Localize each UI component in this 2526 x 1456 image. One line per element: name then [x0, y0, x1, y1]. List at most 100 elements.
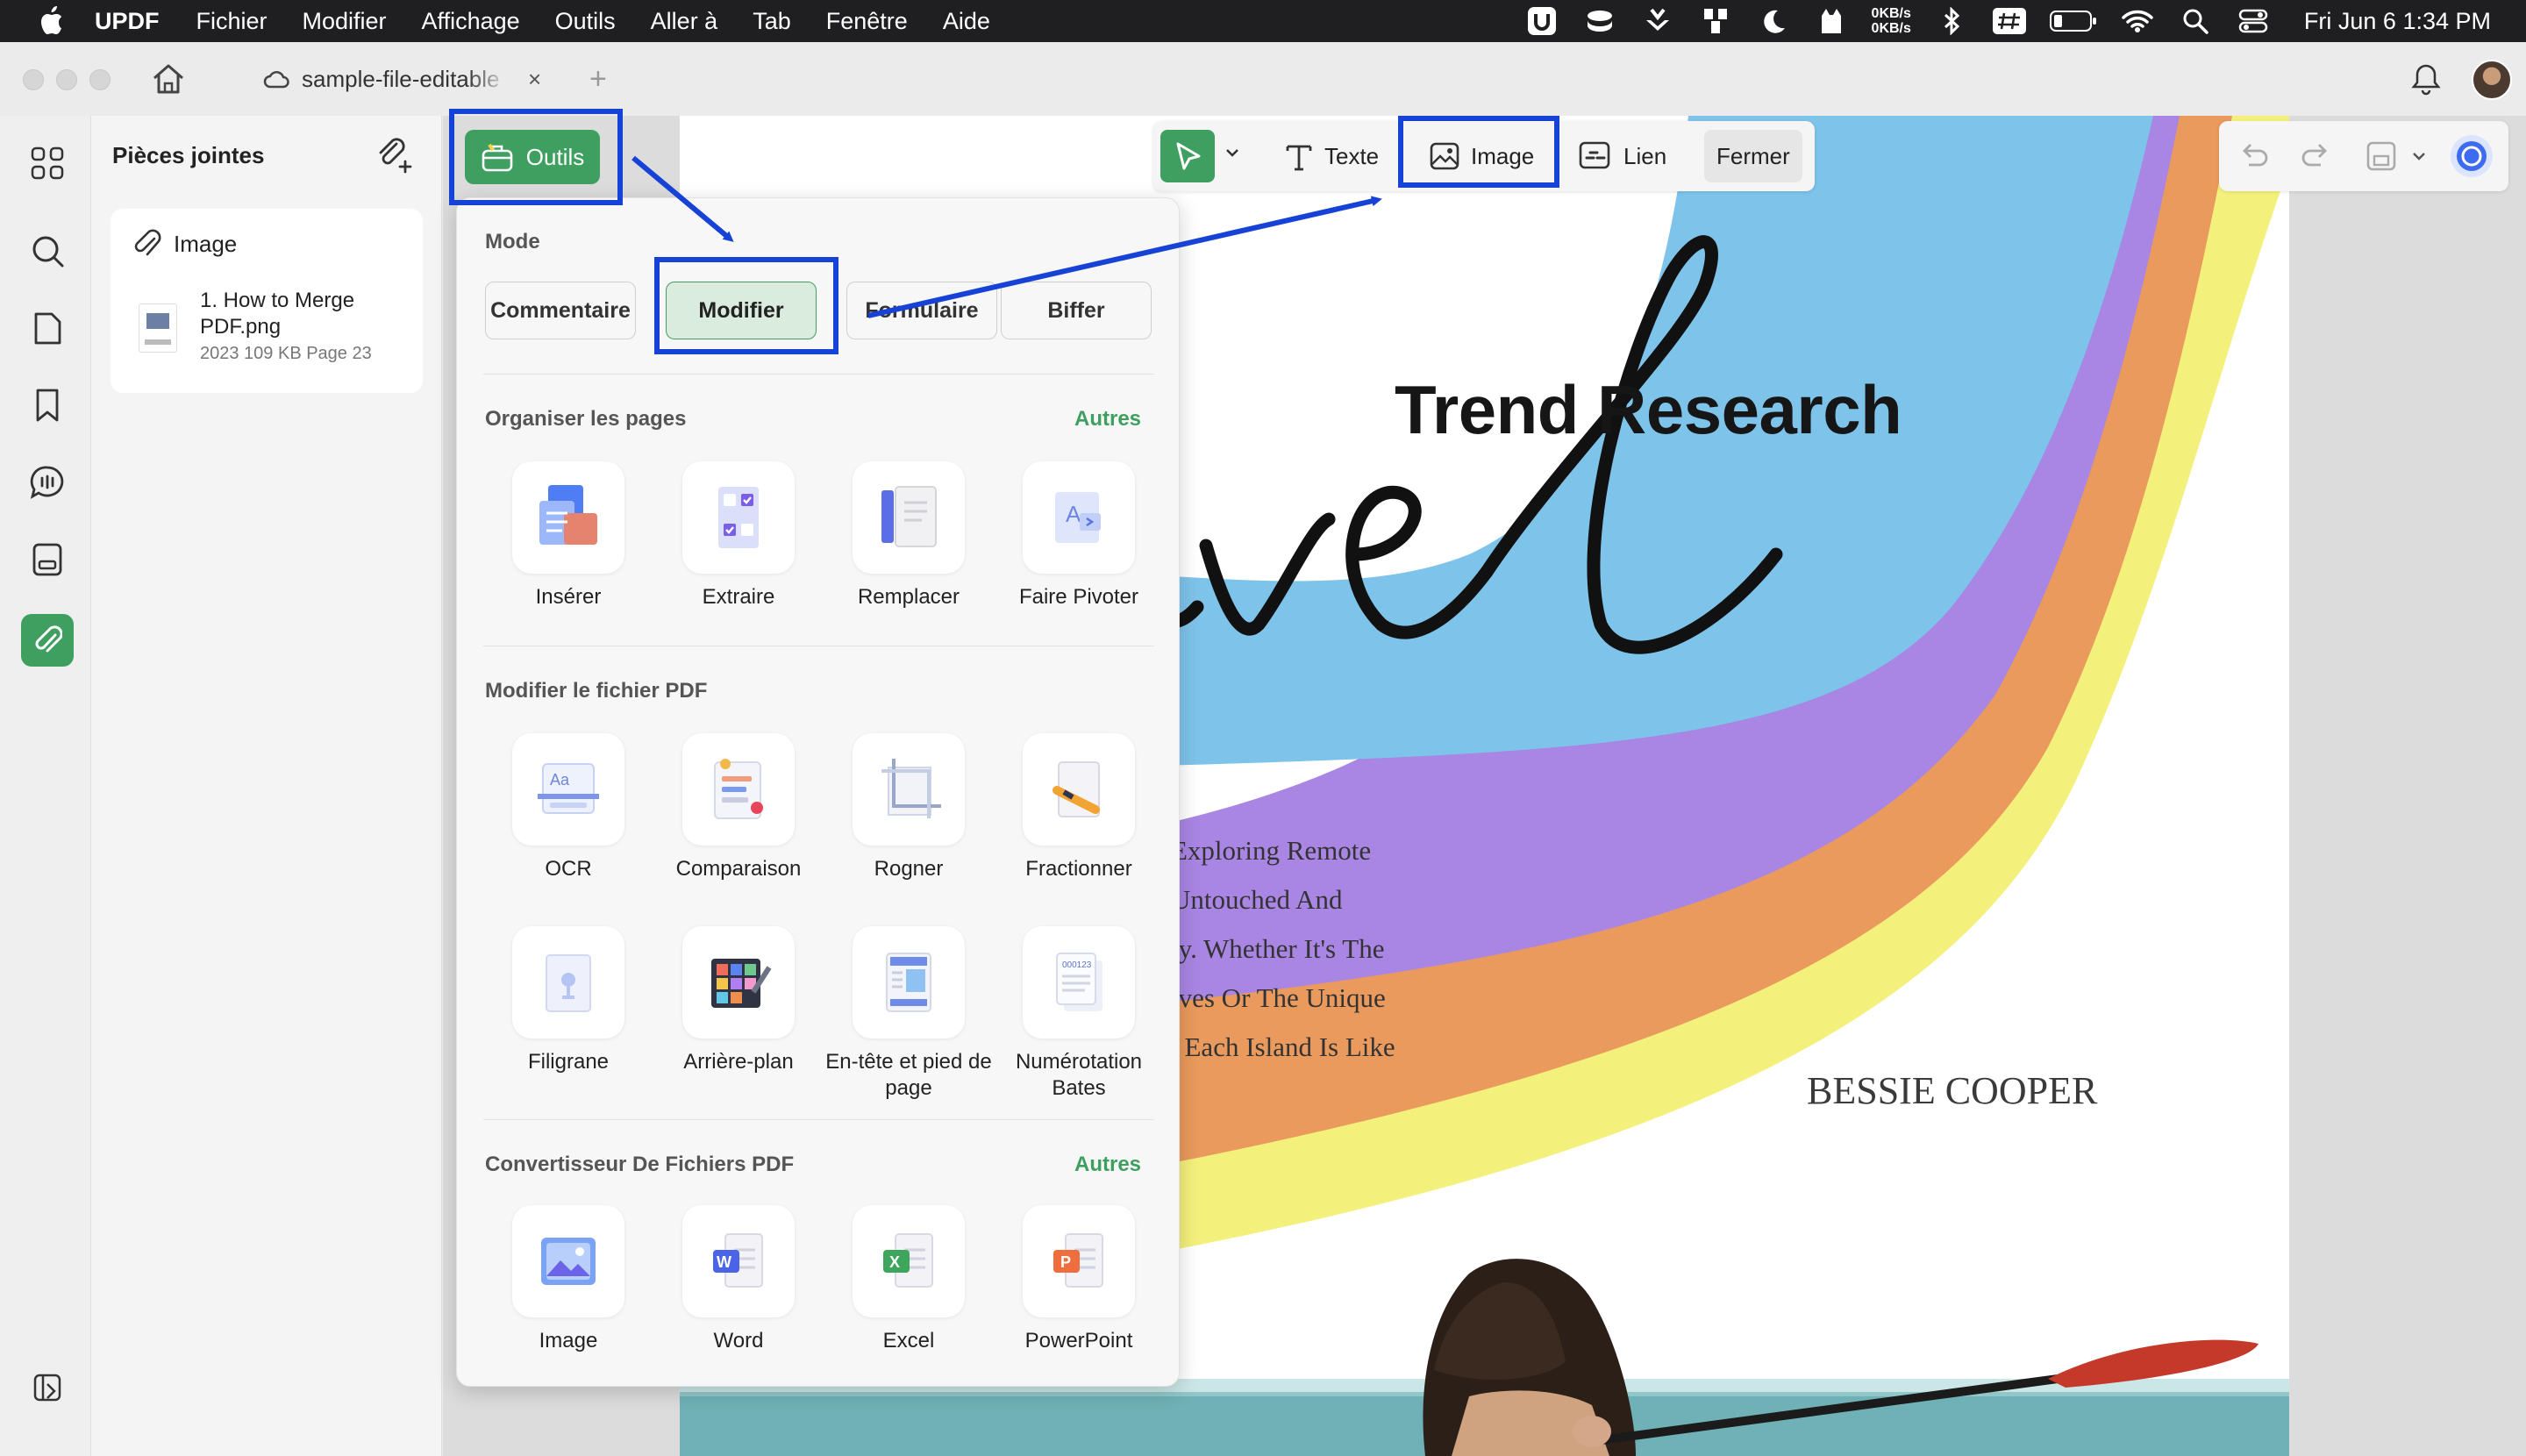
menu-bar-clock[interactable]: Fri Jun 6 1:34 PM: [2304, 8, 2491, 35]
rail-forms-button[interactable]: [21, 533, 74, 586]
attachment-card[interactable]: Image 1. How to Merge PDF.png 2023 109 K…: [111, 209, 423, 393]
rail-bookmarks-button[interactable]: [21, 379, 74, 432]
undo-button[interactable]: [2237, 139, 2272, 178]
scissors-grid-icon[interactable]: [1698, 5, 1733, 37]
rail-comments-button[interactable]: [21, 456, 74, 509]
rail-pages-button[interactable]: [21, 302, 74, 354]
svg-text:P: P: [1060, 1253, 1071, 1271]
mode-commentaire-button[interactable]: Commentaire: [485, 282, 636, 339]
cat-icon[interactable]: [1814, 5, 1849, 37]
save-dropdown[interactable]: [2410, 147, 2428, 169]
body-line: Untouched And: [1171, 884, 1343, 915]
window-zoom-button[interactable]: [89, 69, 111, 90]
input-source-icon[interactable]: [1992, 5, 2027, 37]
menu-fenetre[interactable]: Fenêtre: [826, 8, 908, 35]
tool-convert-powerpoint[interactable]: P PowerPoint: [994, 1205, 1164, 1354]
wifi-icon[interactable]: [2120, 5, 2155, 37]
tool-comparaison[interactable]: Comparaison: [653, 733, 824, 882]
add-link-button[interactable]: Lien: [1566, 130, 1679, 182]
mode-biffer-button[interactable]: Biffer: [1001, 282, 1152, 339]
add-attachment-icon: [379, 138, 412, 174]
tool-filigrane[interactable]: Filigrane: [483, 926, 653, 1075]
bluetooth-icon[interactable]: [1934, 5, 1969, 37]
updf-status-icon[interactable]: [1524, 5, 1559, 37]
tool-arriere-plan[interactable]: Arrière-plan: [653, 926, 824, 1075]
user-avatar[interactable]: [2472, 60, 2512, 100]
annotation-box-outils: [449, 109, 623, 205]
rotate-pages-icon: A: [1055, 492, 1101, 543]
menu-aller-a[interactable]: Aller à: [651, 8, 718, 35]
close-edit-button[interactable]: Fermer: [1704, 130, 1802, 182]
window-close-button[interactable]: [23, 69, 44, 90]
tool-convert-image[interactable]: Image: [483, 1205, 653, 1354]
text-tool-icon: [1286, 145, 1312, 171]
spotlight-search-icon[interactable]: [2178, 5, 2213, 37]
tab-close-button[interactable]: ×: [528, 66, 541, 93]
split-icon: [1052, 761, 1100, 817]
battery-icon[interactable]: [2049, 5, 2097, 37]
moon-icon[interactable]: [1756, 5, 1791, 37]
convert-excel-icon: X: [883, 1233, 933, 1288]
menu-aide[interactable]: Aide: [943, 8, 990, 35]
document-tab[interactable]: sample-file-editable ×: [263, 58, 541, 100]
select-tool-dropdown[interactable]: [1224, 144, 1241, 166]
attachment-type-label: Image: [174, 230, 238, 257]
menu-app-updf[interactable]: UPDF: [95, 8, 160, 35]
body-line: ty. Whether It's The: [1171, 933, 1385, 964]
menu-affichage[interactable]: Affichage: [422, 8, 520, 35]
add-attachment-button[interactable]: [374, 135, 414, 180]
menu-modifier[interactable]: Modifier: [303, 8, 387, 35]
window-tab-bar: sample-file-editable × +: [0, 42, 2526, 116]
tool-extraire[interactable]: Extraire: [653, 461, 824, 610]
background-icon: [711, 959, 772, 1008]
document-title[interactable]: Trend Research: [1395, 370, 1902, 450]
svg-text:Aa: Aa: [550, 771, 570, 789]
database-icon[interactable]: [1582, 5, 1617, 37]
svg-text:000123: 000123: [1062, 960, 1092, 970]
tool-en-tete-pied-de-page[interactable]: En-tête et pied de page: [824, 926, 994, 1102]
mode-formulaire-button[interactable]: Formulaire: [846, 282, 997, 339]
tool-fractionner[interactable]: Fractionner: [994, 733, 1164, 882]
link-tool-icon: [1579, 141, 1610, 169]
redo-button[interactable]: [2298, 139, 2333, 178]
save-button[interactable]: [2364, 139, 2399, 178]
annotation-box-modifier: [654, 257, 838, 354]
apple-icon[interactable]: [33, 6, 68, 36]
download-tray-icon[interactable]: [1640, 5, 1675, 37]
replace-pages-icon: [881, 486, 937, 547]
organize-more-link[interactable]: Autres: [1074, 407, 1141, 432]
network-speed: 0KB/s 0KB/s: [1871, 6, 1911, 36]
menu-tab[interactable]: Tab: [753, 8, 791, 35]
paperclip-icon: [134, 229, 161, 256]
document-tab-title: sample-file-editable: [302, 65, 500, 92]
rail-bottom-button[interactable]: [21, 1361, 74, 1414]
attachment-card-header: Image: [133, 228, 237, 260]
notifications-button[interactable]: [2410, 63, 2442, 101]
ai-assistant-icon: [2451, 135, 2493, 177]
home-button[interactable]: [149, 61, 188, 96]
convert-more-link[interactable]: Autres: [1074, 1153, 1141, 1177]
control-center-icon[interactable]: [2236, 5, 2271, 37]
document-author[interactable]: BESSIE COOPER: [1807, 1068, 2097, 1113]
select-tool-button[interactable]: [1160, 130, 1215, 182]
tool-rogner[interactable]: Rogner: [824, 733, 994, 882]
rail-search-button[interactable]: [21, 225, 74, 277]
ai-assistant-button[interactable]: [2449, 133, 2494, 183]
window-minimize-button[interactable]: [56, 69, 77, 90]
add-text-button[interactable]: Texte: [1272, 130, 1391, 182]
tool-convert-excel[interactable]: X Excel: [824, 1205, 994, 1354]
section-divider: [483, 1119, 1154, 1120]
tool-inserer[interactable]: Insérer: [483, 461, 653, 610]
tool-ocr[interactable]: Aa OCR: [483, 733, 653, 882]
menu-fichier[interactable]: Fichier: [196, 8, 268, 35]
tool-numerotation-bates[interactable]: 000123 Numérotation Bates: [994, 926, 1164, 1102]
tool-remplacer[interactable]: Remplacer: [824, 461, 994, 610]
rail-attachments-button[interactable]: [21, 614, 74, 667]
tool-convert-word[interactable]: W Word: [653, 1205, 824, 1354]
new-tab-button[interactable]: +: [589, 61, 607, 96]
menu-outils[interactable]: Outils: [555, 8, 616, 35]
rail-thumbnails-button[interactable]: [21, 137, 74, 189]
chevron-down-icon: [1226, 149, 1238, 157]
tool-faire-pivoter[interactable]: A Faire Pivoter: [994, 461, 1164, 610]
document-body-text[interactable]: Exploring Remote Untouched And ty. Wheth…: [1171, 826, 1395, 1072]
